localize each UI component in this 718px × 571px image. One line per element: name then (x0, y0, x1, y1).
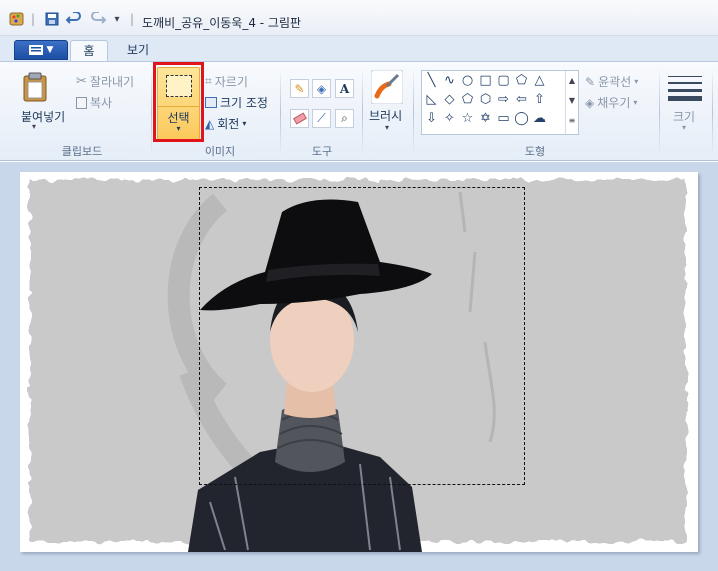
up-arrow-shape-icon[interactable]: ⇧ (532, 92, 547, 107)
group-divider (712, 68, 713, 156)
paint-app-icon[interactable] (6, 10, 28, 28)
five-point-star-shape-icon[interactable]: ☆ (460, 111, 475, 126)
group-divider (413, 68, 414, 156)
image-group-label: 이미지 (204, 145, 236, 158)
crop-label: 자르기 (214, 75, 248, 89)
title-bar: | ▾ | 도깨비_공유_이동욱_4 - 그림판 (0, 0, 718, 36)
fill-label: 채우기 (597, 96, 631, 110)
tab-home[interactable]: 홈 (70, 40, 108, 62)
diamond-shape-icon[interactable]: ◇ (442, 92, 457, 107)
resize-icon (205, 97, 217, 108)
rotate-icon: ◭ (205, 116, 215, 131)
cut-label: 잘라내기 (89, 75, 135, 89)
pencil-icon[interactable]: ✎ (290, 79, 309, 98)
outline-icon: ✎ (585, 74, 596, 89)
rectangle-shape-icon[interactable]: □ (478, 73, 493, 88)
brushes-button[interactable]: 브러시 (369, 107, 402, 124)
clipboard-group-label: 클립보드 (61, 145, 103, 158)
title-separator-2: | (129, 12, 135, 26)
hexagon-shape-icon[interactable]: ⬡ (478, 92, 493, 107)
brushes-dropdown-icon[interactable]: ▾ (385, 123, 389, 132)
undo-icon[interactable] (64, 10, 84, 28)
rotate-button[interactable]: ◭ 회전 ▾ (205, 115, 246, 132)
paste-dropdown-icon[interactable]: ▾ (32, 122, 36, 131)
size-dropdown-icon[interactable]: ▾ (682, 123, 686, 132)
paste-button[interactable]: 붙여넣기 (21, 108, 65, 125)
title-separator: | (30, 12, 36, 26)
group-divider (151, 68, 152, 156)
tools-group-label: 도구 (311, 145, 333, 158)
crop-icon: ⌗ (205, 74, 212, 88)
gallery-expand-icon[interactable]: ≡ (566, 111, 578, 131)
color-picker-icon[interactable]: ⟋ (312, 109, 331, 128)
shapes-group-label: 도형 (524, 145, 546, 158)
scroll-down-icon[interactable]: ▼ (566, 91, 578, 111)
resize-button[interactable]: 크기 조정 (205, 94, 268, 111)
resize-label: 크기 조정 (220, 96, 268, 110)
right-arrow-shape-icon[interactable]: ⇨ (496, 92, 511, 107)
group-divider (659, 68, 660, 156)
outline-label: 윤곽선 (598, 75, 632, 89)
eraser-icon[interactable] (290, 109, 309, 128)
selection-marquee[interactable] (199, 187, 525, 485)
save-icon[interactable] (42, 10, 62, 28)
triangle-shape-icon[interactable]: △ (532, 73, 547, 88)
group-divider (362, 68, 363, 156)
ribbon: 붙여넣기 ▾ ✂ 잘라내기 복사 클립보드 선택 ▾ ⌗ 자르기 크기 조정 ◭… (0, 61, 718, 161)
file-menu-button[interactable]: ▼ (14, 40, 68, 60)
tab-view[interactable]: 보기 (118, 40, 158, 62)
customize-quick-access-icon[interactable]: ▾ (110, 10, 124, 28)
select-highlight-box (153, 62, 204, 142)
oval-callout-shape-icon[interactable]: ◯ (514, 111, 529, 126)
magnifier-icon[interactable]: ⌕ (335, 109, 354, 128)
cloud-callout-shape-icon[interactable]: ☁ (532, 111, 547, 126)
rotate-label: 회전 (217, 117, 240, 131)
size-icon[interactable] (668, 74, 702, 102)
line-shape-icon[interactable]: ╲ (424, 73, 439, 88)
fill-button[interactable]: ◈ 채우기 ▾ (585, 94, 637, 111)
six-point-star-shape-icon[interactable]: ✡ (478, 111, 493, 126)
redo-icon[interactable] (88, 10, 108, 28)
cut-button[interactable]: ✂ 잘라내기 (76, 73, 134, 90)
group-divider (280, 68, 281, 156)
copy-button[interactable]: 복사 (76, 94, 112, 111)
scissors-icon: ✂ (76, 74, 87, 89)
window-title: 도깨비_공유_이동욱_4 - 그림판 (142, 16, 302, 30)
four-point-star-shape-icon[interactable]: ✧ (442, 111, 457, 126)
outline-button[interactable]: ✎ 윤곽선 ▾ (585, 73, 638, 90)
left-arrow-shape-icon[interactable]: ⇦ (514, 92, 529, 107)
fill-bucket-icon[interactable]: ◈ (312, 79, 331, 98)
text-tool-icon[interactable]: A (335, 79, 354, 98)
outline-dropdown-icon: ▾ (634, 77, 639, 86)
brush-icon[interactable] (370, 69, 404, 105)
copy-label: 복사 (90, 96, 113, 110)
paste-icon[interactable] (22, 72, 48, 102)
menu-icon (28, 45, 43, 55)
rounded-callout-shape-icon[interactable]: ▭ (496, 111, 511, 126)
chevron-down-icon: ▼ (46, 45, 54, 55)
pentagon-shape-icon[interactable]: ⬠ (460, 92, 475, 107)
copy-icon (76, 96, 87, 109)
ribbon-tab-row: ▼ 홈 보기 (0, 36, 718, 62)
fill-icon: ◈ (585, 95, 595, 110)
oval-shape-icon[interactable]: ○ (460, 73, 475, 88)
fill-dropdown-icon: ▾ (633, 98, 638, 107)
rounded-rectangle-shape-icon[interactable]: ▢ (496, 73, 511, 88)
rotate-dropdown-icon: ▾ (242, 119, 247, 128)
curve-shape-icon[interactable]: ∿ (442, 73, 457, 88)
shapes-gallery-scroll[interactable]: ▲ ▼ ≡ (565, 71, 578, 134)
crop-button[interactable]: ⌗ 자르기 (205, 73, 248, 90)
polygon-shape-icon[interactable]: ⬠ (514, 73, 529, 88)
right-triangle-shape-icon[interactable]: ◺ (424, 92, 439, 107)
scroll-up-icon[interactable]: ▲ (566, 71, 578, 91)
down-arrow-shape-icon[interactable]: ⇩ (424, 111, 439, 126)
